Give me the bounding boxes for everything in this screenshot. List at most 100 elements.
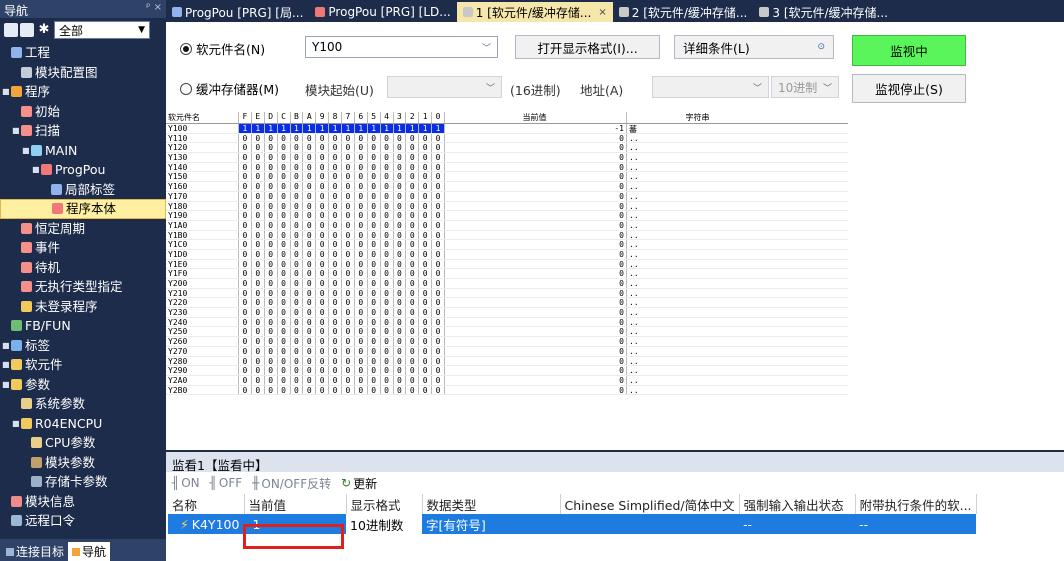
- grid-bit[interactable]: 0: [431, 211, 444, 220]
- grid-row[interactable]: Y1B0 0 0 0 0 0 0 0 0 0 0 0 0 0 0 0 0 0..: [166, 230, 848, 241]
- grid-bit[interactable]: 0: [418, 385, 431, 395]
- document-tab[interactable]: ProgPou [PRG] [局...: [166, 2, 309, 22]
- grid-row[interactable]: Y1F0 0 0 0 0 0 0 0 0 0 0 0 0 0 0 0 0 0..: [166, 269, 848, 279]
- grid-bit[interactable]: 0: [366, 191, 380, 201]
- grid-row[interactable]: Y200 0 0 0 0 0 0 0 0 0 0 0 0 0 0 0 0 0..: [166, 279, 848, 289]
- grid-bit[interactable]: 0: [238, 191, 251, 201]
- grid-bit[interactable]: 0: [250, 288, 264, 298]
- grid-bit[interactable]: 0: [418, 337, 431, 346]
- grid-bit[interactable]: 0: [379, 279, 393, 288]
- grid-bit[interactable]: 0: [392, 288, 406, 298]
- grid-bit[interactable]: 0: [328, 230, 341, 240]
- grid-bit[interactable]: 0: [418, 133, 431, 143]
- grid-bit[interactable]: 0: [392, 220, 406, 230]
- grid-bit[interactable]: 0: [353, 385, 367, 395]
- tree-item[interactable]: ■ 程序: [0, 82, 166, 102]
- expand-collapse-icon[interactable]: ■: [2, 336, 10, 356]
- grid-bit[interactable]: 0: [405, 182, 418, 191]
- grid-bit[interactable]: 0: [250, 337, 264, 346]
- grid-bit[interactable]: 0: [418, 269, 431, 278]
- grid-bit[interactable]: 0: [302, 182, 315, 191]
- grid-bit[interactable]: 0: [418, 182, 431, 191]
- grid-row[interactable]: Y270 0 0 0 0 0 0 0 0 0 0 0 0 0 0 0 0 0..: [166, 346, 848, 357]
- grid-bit[interactable]: 0: [250, 133, 264, 143]
- grid-bit[interactable]: 0: [405, 211, 418, 220]
- grid-bit[interactable]: 0: [302, 308, 315, 317]
- grid-bit[interactable]: 0: [431, 249, 444, 259]
- grid-bit[interactable]: 0: [238, 162, 251, 172]
- grid-bit[interactable]: 0: [353, 279, 367, 288]
- grid-bit[interactable]: 0: [315, 346, 328, 356]
- grid-bit[interactable]: 0: [431, 182, 444, 191]
- grid-bit[interactable]: 0: [289, 230, 303, 240]
- grid-bit[interactable]: 0: [263, 366, 277, 375]
- grid-bit[interactable]: 0: [353, 337, 367, 346]
- grid-bit[interactable]: 0: [302, 327, 315, 336]
- grid-bit[interactable]: 0: [353, 317, 367, 327]
- grid-bit[interactable]: 0: [263, 153, 277, 162]
- grid-bit[interactable]: 0: [366, 317, 380, 327]
- grid-bit[interactable]: 0: [302, 298, 315, 307]
- grid-bit[interactable]: 0: [405, 337, 418, 346]
- grid-bit[interactable]: 0: [405, 240, 418, 249]
- grid-bit[interactable]: 0: [353, 375, 367, 385]
- grid-bit[interactable]: 0: [341, 337, 354, 346]
- grid-bit[interactable]: 0: [341, 172, 354, 181]
- gear-icon[interactable]: ✱: [36, 22, 52, 38]
- grid-bit[interactable]: 0: [289, 385, 303, 395]
- grid-bit[interactable]: 0: [392, 191, 406, 201]
- grid-bit[interactable]: 0: [238, 269, 251, 278]
- grid-bit[interactable]: 0: [431, 153, 444, 162]
- grid-bit[interactable]: 0: [405, 133, 418, 143]
- grid-bit[interactable]: 0: [238, 220, 251, 230]
- grid-bit[interactable]: 0: [405, 375, 418, 385]
- grid-bit[interactable]: 0: [353, 356, 367, 366]
- grid-bit[interactable]: 0: [289, 308, 303, 317]
- grid-bit[interactable]: 0: [315, 259, 328, 269]
- watch-row-comment[interactable]: [560, 514, 740, 534]
- grid-bit[interactable]: 0: [263, 259, 277, 269]
- grid-bit[interactable]: 0: [263, 230, 277, 240]
- grid-bit[interactable]: 0: [302, 269, 315, 278]
- grid-bit[interactable]: 0: [431, 133, 444, 143]
- grid-bit[interactable]: 0: [315, 317, 328, 327]
- grid-bit[interactable]: 0: [431, 162, 444, 172]
- grid-bit[interactable]: 0: [366, 172, 380, 181]
- grid-bit[interactable]: 0: [341, 327, 354, 336]
- grid-bit[interactable]: 0: [289, 375, 303, 385]
- grid-bit[interactable]: 0: [238, 172, 251, 181]
- grid-bit[interactable]: 0: [353, 240, 367, 249]
- grid-bit[interactable]: 0: [366, 230, 380, 240]
- grid-bit[interactable]: 0: [238, 143, 251, 152]
- grid-bit[interactable]: 0: [276, 375, 290, 385]
- tree-item[interactable]: ■ 标签: [0, 336, 166, 356]
- grid-bit[interactable]: 0: [263, 240, 277, 249]
- grid-bit[interactable]: 0: [276, 133, 290, 143]
- grid-bit[interactable]: 0: [431, 259, 444, 269]
- grid-bit[interactable]: 0: [289, 143, 303, 152]
- document-tab[interactable]: ProgPou [PRG] [LD...: [309, 2, 456, 22]
- grid-bit[interactable]: 1: [341, 124, 354, 133]
- grid-bit[interactable]: 0: [366, 201, 380, 211]
- grid-bit[interactable]: 0: [276, 143, 290, 152]
- tree-item[interactable]: 程序本体: [0, 199, 166, 219]
- grid-bit[interactable]: 0: [366, 356, 380, 366]
- grid-bit[interactable]: 0: [315, 298, 328, 307]
- grid-row[interactable]: Y1D0 0 0 0 0 0 0 0 0 0 0 0 0 0 0 0 0 0..: [166, 249, 848, 260]
- grid-bit[interactable]: 0: [289, 337, 303, 346]
- grid-bit[interactable]: 0: [353, 259, 367, 269]
- grid-bit[interactable]: 1: [392, 124, 406, 133]
- grid-bit[interactable]: 0: [418, 317, 431, 327]
- grid-bit[interactable]: 0: [328, 375, 341, 385]
- tree-item[interactable]: 模块信息: [0, 492, 166, 512]
- grid-bit[interactable]: 0: [250, 240, 264, 249]
- grid-bit[interactable]: 0: [431, 327, 444, 336]
- grid-bit[interactable]: 0: [315, 269, 328, 278]
- grid-bit[interactable]: 0: [341, 269, 354, 278]
- grid-bit[interactable]: 0: [250, 298, 264, 307]
- grid-bit[interactable]: 0: [353, 269, 367, 278]
- grid-bit[interactable]: 0: [263, 191, 277, 201]
- device-name-radio[interactable]: 软元件名(N): [180, 39, 265, 58]
- grid-bit[interactable]: 0: [328, 385, 341, 395]
- grid-bit[interactable]: 1: [405, 124, 418, 133]
